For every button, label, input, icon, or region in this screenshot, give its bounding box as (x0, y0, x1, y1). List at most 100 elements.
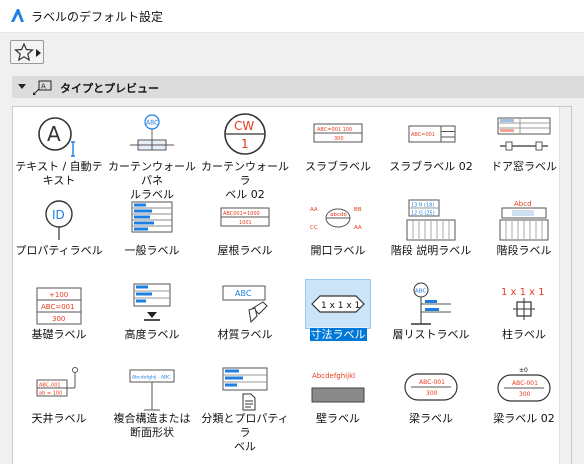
label-tile-dimension[interactable]: 1 x 1 x 1 寸法ラベル (292, 278, 384, 362)
label-tile-stair-description[interactable]: 13 R (18) 12 G (25) 階段 説明ラベル (385, 194, 477, 278)
label-tile-column[interactable]: 1 x 1 x 1 柱ラベル (478, 278, 570, 362)
roof-line2: 1001 (239, 220, 252, 226)
label-tile-slab[interactable]: ABC=001 100 300 スラブラベル (292, 110, 384, 194)
opening-tr: BB (354, 207, 362, 213)
svg-text:A: A (41, 83, 46, 91)
stair-label-text: Abcd (514, 200, 532, 208)
text-label-icon: A (38, 117, 75, 157)
label-tile-layer-list[interactable]: ABC 層リストラベル (385, 278, 477, 362)
tile-label: 一般ラベル (124, 244, 180, 257)
label-tile-beam-02[interactable]: ±0 ABC-001 300 梁ラベル 02 (478, 362, 570, 446)
label-tile-property[interactable]: ID プロパティラベル (13, 194, 105, 278)
label-tile-classification-property[interactable]: 分類とプロパティラ ベル (199, 362, 291, 453)
column-label-icon: 1 x 1 x 1 (501, 287, 545, 320)
general-label-icon (131, 201, 173, 233)
beam02-top: ±0 (519, 367, 528, 374)
tile-label: 梁ラベル 02 (493, 412, 555, 425)
curtain-wall-label-icon: CW 1 (224, 113, 266, 155)
label-tile-roof[interactable]: ABC001=1000 1001 屋根ラベル (199, 194, 291, 278)
beam02-line1: ABC-001 (512, 380, 538, 387)
tile-label: 階段ラベル (496, 244, 552, 257)
slab-label-02-icon: ABC=001 (408, 125, 456, 143)
tile-label: プロパティラベル (15, 244, 103, 257)
section-header[interactable]: A タイプとプレビュー (12, 76, 584, 98)
roof-label-icon: ABC001=1000 1001 (220, 207, 270, 227)
property-label-icon: ID (45, 200, 73, 240)
classification-property-icon (222, 367, 268, 411)
label-tile-door-window[interactable]: ドア窓ラベル (478, 110, 570, 194)
chevron-right-icon (36, 49, 41, 57)
title-bar: ラベルのデフォルト設定 (0, 0, 584, 32)
composite-text: Abcdefghij - ABC (132, 375, 170, 381)
dimension-label-icon: 1 x 1 x 1 (305, 279, 371, 329)
ceiling-line1: ABC-001 (39, 383, 61, 389)
star-icon (14, 43, 34, 61)
archicad-app-icon (11, 9, 24, 22)
foundation-line1: +100 (49, 291, 68, 299)
vertical-scrollbar[interactable] (559, 107, 571, 464)
chevron-down-icon[interactable] (18, 84, 26, 89)
label-preview-icon: A (33, 80, 52, 95)
stair-desc-line2: 12 G (25) (411, 211, 435, 217)
ceiling-line2: ab = 100 (39, 391, 62, 397)
text-preview-glyph: A (47, 122, 61, 146)
label-tile-text[interactable]: A テキスト / 自動テ キスト (13, 110, 105, 194)
tile-label: 分類とプロパティラ ベル (201, 412, 289, 453)
label-tile-ceiling[interactable]: ABC-001 ab = 100 天井ラベル (13, 362, 105, 446)
tile-label: 基礎ラベル (31, 328, 87, 341)
slab-line2: 300 (334, 136, 344, 142)
tile-label: 階段 説明ラベル (390, 244, 472, 257)
panel-preview-text: ABC (146, 120, 158, 127)
stair-description-icon: 13 R (18) 12 G (25) (406, 199, 456, 241)
label-tile-beam[interactable]: ABC-001 300 梁ラベル (385, 362, 477, 446)
tile-label: テキスト / 自動テ キスト (15, 160, 103, 187)
label-tile-wall[interactable]: Abcdefghijkl 壁ラベル (292, 362, 384, 446)
material-label-icon: ABC (222, 285, 268, 324)
door-window-label-icon (497, 117, 551, 151)
label-tile-foundation[interactable]: +100 ABC=001 300 基礎ラベル (13, 278, 105, 362)
ceiling-label-icon: ABC-001 ab = 100 (36, 367, 78, 397)
column-text: 1 x 1 x 1 (501, 287, 545, 298)
label-tile-composite-profile[interactable]: Abcdefghij - ABC 複合構造または 断面形状 (106, 362, 198, 446)
beam02-line2: 300 (519, 391, 531, 398)
layer-list-label-icon: ABC (411, 282, 451, 325)
curtain-wall-panel-icon: ABC (130, 114, 174, 151)
beam-label-02-icon: ±0 ABC-001 300 (497, 367, 551, 402)
foundation-label-icon: +100 ABC=001 300 (36, 287, 82, 325)
cw-bottom-text: 1 (241, 137, 249, 151)
composite-profile-icon: Abcdefghij - ABC (129, 369, 175, 411)
cw-top-text: CW (234, 119, 254, 133)
wall-label-icon: Abcdefghijkl (311, 372, 365, 403)
label-tile-material[interactable]: ABC 材質ラベル (199, 278, 291, 362)
slab02-line1: ABC=001 (411, 132, 435, 138)
stair-desc-line1: 13 R (18) (411, 203, 434, 209)
beam-line2: 300 (426, 390, 438, 397)
label-tile-stair[interactable]: Abcd 階段ラベル (478, 194, 570, 278)
tile-label: 梁ラベル (409, 412, 453, 425)
tile-label: ドア窓ラベル (491, 160, 557, 173)
stair-label-icon: Abcd (499, 200, 549, 241)
slab-label-icon: ABC=001 100 300 (313, 123, 363, 143)
label-tile-general[interactable]: 一般ラベル (106, 194, 198, 278)
tile-label: 寸法ラベル (292, 327, 384, 342)
tile-label: 屋根ラベル (217, 244, 273, 257)
opening-br: AA (354, 225, 362, 231)
label-tile-curtain-wall-panel[interactable]: ABC カーテンウォールパネ ルラベル (106, 110, 198, 201)
label-tile-curtain-wall-02[interactable]: CW 1 カーテンウォールラ ベル 02 (199, 110, 291, 201)
toolbar (0, 32, 584, 72)
settings-panel: A タイプとプレビュー A テキスト / 自動テ キスト ABC カーテンウォー… (0, 72, 584, 464)
tile-label: スラブラベル 02 (389, 160, 473, 173)
label-tile-elevation[interactable]: 高度ラベル (106, 278, 198, 362)
elevation-label-icon (133, 283, 171, 321)
layer-list-text: ABC (415, 289, 426, 295)
material-text: ABC (235, 289, 252, 298)
tile-label: 層リストラベル (392, 328, 470, 341)
tile-label: 天井ラベル (31, 412, 87, 425)
tile-label: 開口ラベル (310, 244, 366, 257)
dimension-text: 1 x 1 x 1 (321, 301, 360, 311)
beam-label-icon: ABC-001 300 (404, 373, 458, 401)
favorites-button[interactable] (10, 40, 44, 64)
label-tile-slab-02[interactable]: ABC=001 スラブラベル 02 (385, 110, 477, 194)
section-title: タイプとプレビュー (60, 82, 159, 95)
label-tile-opening[interactable]: abcde AA BB CC AA 開口ラベル (292, 194, 384, 278)
